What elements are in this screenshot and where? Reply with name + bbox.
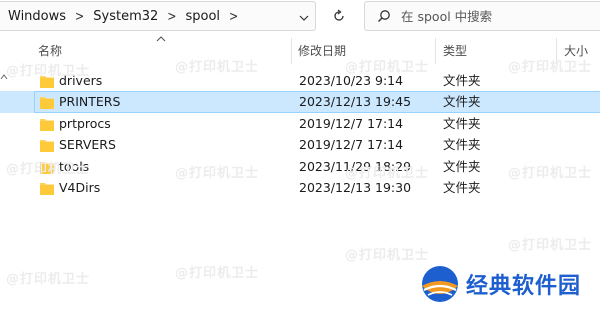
file-type: 文件夹 xyxy=(443,115,481,131)
folder-icon xyxy=(40,76,54,88)
file-row[interactable]: tools 2023/11/29 18:29 文件夹 xyxy=(0,156,600,177)
folder-icon xyxy=(40,140,54,153)
file-type: 文件夹 xyxy=(443,73,481,88)
breadcrumb-spool[interactable]: spool xyxy=(186,9,221,24)
file-list: drivers 2023/10/23 9:14 文件夹 PRINTERS 202… xyxy=(0,70,600,198)
file-modified: 2019/12/7 17:14 xyxy=(299,115,404,131)
file-name: tools xyxy=(59,158,90,174)
file-modified: 2023/12/13 19:30 xyxy=(299,179,412,195)
file-type: 文件夹 xyxy=(443,94,481,110)
breadcrumb-windows[interactable]: Windows xyxy=(8,9,66,24)
file-name: drivers xyxy=(59,73,103,88)
file-row[interactable]: prtprocs 2019/12/7 17:14 文件夹 xyxy=(0,113,600,134)
file-row[interactable]: SERVERS 2019/12/7 17:14 文件夹 xyxy=(0,134,600,155)
column-header-size[interactable]: 大小 xyxy=(564,42,588,60)
watermark: @打印机卫士 xyxy=(345,248,430,263)
file-type: 文件夹 xyxy=(443,179,481,195)
file-name: prtprocs xyxy=(59,115,111,131)
column-header-modified[interactable]: 修改日期 xyxy=(298,42,346,60)
file-modified: 2023/11/29 18:29 xyxy=(299,158,412,174)
file-modified: 2023/12/13 19:45 xyxy=(299,94,412,110)
breadcrumb-chevron-icon[interactable]: > xyxy=(229,8,238,24)
folder-icon xyxy=(40,182,54,195)
file-type: 文件夹 xyxy=(443,158,481,174)
file-modified: 2019/12/7 17:14 xyxy=(299,137,404,153)
column-divider[interactable] xyxy=(291,38,292,64)
file-row[interactable]: drivers 2023/10/23 9:14 文件夹 xyxy=(0,70,600,91)
column-divider[interactable] xyxy=(556,38,557,64)
watermark: @打印机卫士 xyxy=(508,238,593,253)
brand-logo: 经典软件园 xyxy=(418,258,600,309)
file-modified: 2023/10/23 9:14 xyxy=(299,73,404,88)
refresh-button[interactable] xyxy=(326,4,352,28)
file-name: PRINTERS xyxy=(59,94,121,110)
column-headers: 名称 修改日期 类型 大小 xyxy=(0,34,600,66)
search-input[interactable] xyxy=(401,8,591,24)
folder-icon xyxy=(40,97,54,110)
file-name: SERVERS xyxy=(59,137,116,153)
file-type: 文件夹 xyxy=(443,137,481,153)
column-header-name[interactable]: 名称 xyxy=(38,42,62,60)
address-bar[interactable]: Windows > System32 > spool > xyxy=(0,1,316,31)
watermark: @打印机卫士 xyxy=(6,272,91,287)
folder-icon xyxy=(40,161,54,174)
search-icon xyxy=(378,10,390,22)
watermark: @打印机卫士 xyxy=(175,266,260,281)
breadcrumb-chevron-icon[interactable]: > xyxy=(75,8,84,24)
column-divider[interactable] xyxy=(435,38,436,64)
folder-icon xyxy=(40,118,54,131)
column-header-type[interactable]: 类型 xyxy=(443,42,467,60)
globe-logo-icon xyxy=(422,265,458,302)
toolbar: Windows > System32 > spool > xyxy=(0,0,600,32)
file-row-selected[interactable]: PRINTERS 2023/12/13 19:45 文件夹 xyxy=(0,91,600,113)
file-name: V4Dirs xyxy=(59,179,101,195)
breadcrumb-chevron-icon[interactable]: > xyxy=(167,8,176,24)
address-history-dropdown-icon[interactable] xyxy=(297,11,311,25)
brand-name: 经典软件园 xyxy=(466,273,582,299)
file-row[interactable]: V4Dirs 2023/12/13 19:30 文件夹 xyxy=(0,177,600,198)
sort-ascending-icon xyxy=(156,36,166,42)
search-box[interactable] xyxy=(364,1,600,31)
refresh-icon xyxy=(334,9,344,21)
breadcrumb-system32[interactable]: System32 xyxy=(93,9,158,24)
